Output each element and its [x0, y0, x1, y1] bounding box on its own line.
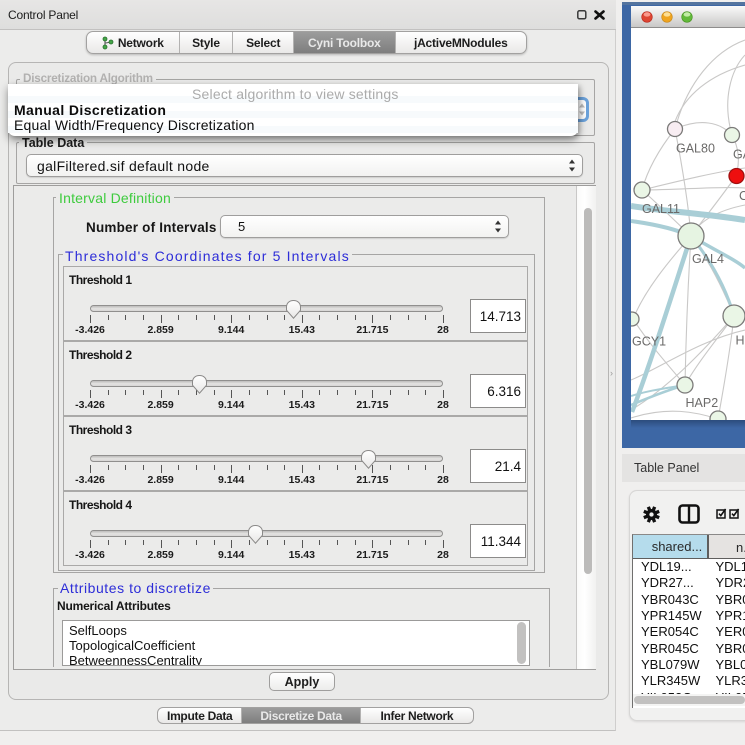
svg-text:CCC: CCC: [739, 189, 745, 203]
svg-text:HIS: HIS: [736, 334, 745, 348]
svg-text:GAL11: GAL11: [642, 202, 680, 216]
svg-text:GAL4: GAL4: [692, 252, 724, 266]
svg-text:GAL4: GAL4: [733, 148, 745, 162]
svg-text:HAP2: HAP2: [686, 396, 719, 410]
svg-text:GAL80: GAL80: [676, 142, 715, 156]
svg-text:GCY1: GCY1: [632, 335, 666, 349]
